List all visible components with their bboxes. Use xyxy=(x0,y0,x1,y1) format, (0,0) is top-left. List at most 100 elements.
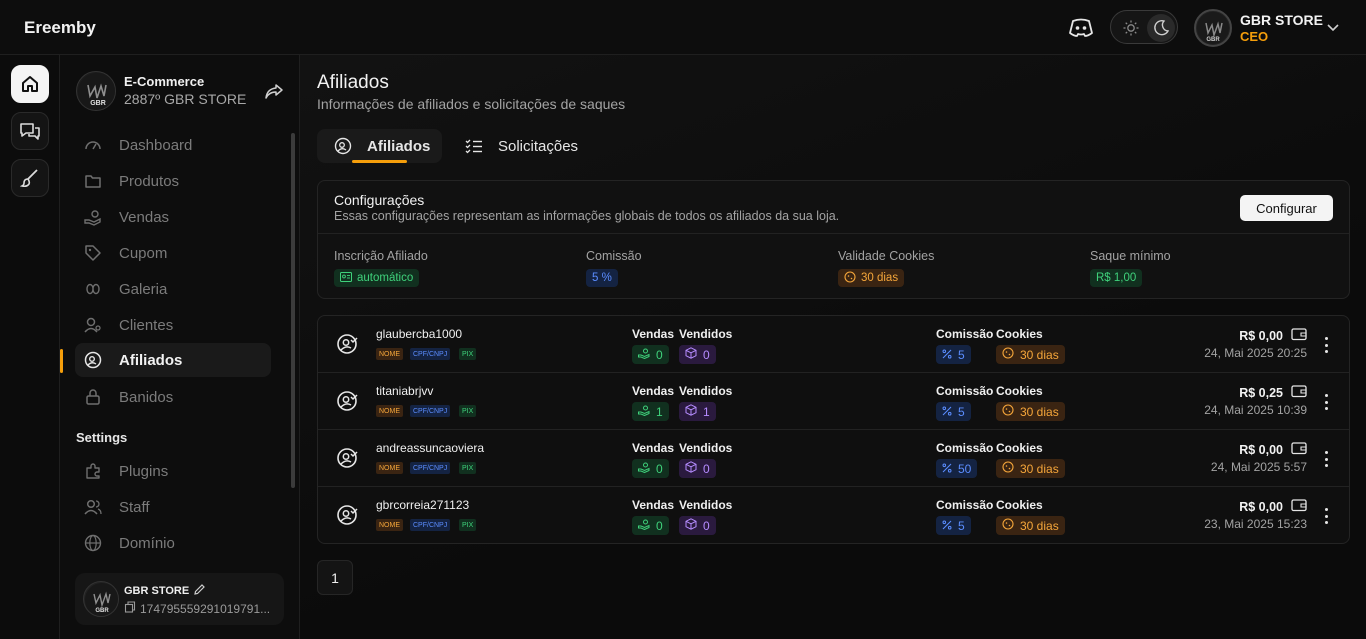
configure-button[interactable]: Configurar xyxy=(1240,195,1333,221)
sun-icon[interactable] xyxy=(1119,16,1143,40)
messages-button[interactable] xyxy=(11,112,49,150)
sidebar-item-dominio[interactable]: Domínio xyxy=(75,526,271,560)
sidebar-item-produtos[interactable]: Produtos xyxy=(75,164,271,198)
tab-solicitacoes[interactable]: Solicitações xyxy=(464,129,604,163)
tab-afiliados[interactable]: Afiliados xyxy=(317,129,442,163)
discord-icon[interactable] xyxy=(1067,14,1095,42)
sidebar-item-label: Afiliados xyxy=(119,351,183,369)
sidebar-item-vendas[interactable]: Vendas xyxy=(75,200,271,234)
theme-toggle[interactable] xyxy=(1110,10,1178,44)
sidebar-item-label: Banidos xyxy=(119,388,174,406)
sidebar-item-dashboard[interactable]: Dashboard xyxy=(75,128,271,162)
sidebar-user-name: GBR STORE xyxy=(124,585,190,597)
home-button[interactable] xyxy=(11,65,49,103)
cookies-badge: 30 dias xyxy=(996,516,1065,535)
customize-button[interactable] xyxy=(11,159,49,197)
cookies-badge: 30 dias xyxy=(996,345,1065,364)
config-subtitle: Essas configurações representam as infor… xyxy=(334,209,840,223)
vendidos-badge: 0 xyxy=(679,516,716,535)
chevron-down-icon[interactable] xyxy=(1326,20,1340,34)
sidebar-item-label: Domínio xyxy=(119,534,175,552)
table-row[interactable]: titaniabrjvv NOME CPF/CNPJ PIX Vendas 1 … xyxy=(318,373,1349,430)
tag-cpf: CPF/CNPJ xyxy=(410,462,451,474)
sidebar-item-banidos[interactable]: Banidos xyxy=(75,380,271,414)
balance-value: R$ 0,00 xyxy=(1239,499,1283,514)
moon-icon[interactable] xyxy=(1147,14,1175,42)
more-options-icon[interactable] xyxy=(1319,392,1333,412)
vendidos-badge: 0 xyxy=(679,459,716,478)
stat-value: 5 % xyxy=(592,272,612,284)
gauge-icon xyxy=(83,135,103,155)
affiliate-username: andreassuncaoviera xyxy=(376,441,485,455)
cookie-icon xyxy=(844,270,856,286)
brand-logo[interactable]: Ereemby xyxy=(24,18,96,38)
balance: R$ 0,25 xyxy=(1239,384,1307,401)
puzzle-icon xyxy=(83,461,103,481)
more-options-icon[interactable] xyxy=(1319,335,1333,355)
sidebar-user-card[interactable]: GBR GBR STORE 174795559291019791... xyxy=(75,573,284,625)
balance: R$ 0,00 xyxy=(1239,327,1307,344)
cookie-icon xyxy=(1002,461,1014,476)
sidebar-item-plugins[interactable]: Plugins xyxy=(75,454,271,488)
share-icon[interactable] xyxy=(264,81,284,101)
column-label-vendidos: Vendidos xyxy=(679,498,733,512)
tag-nome: NOME xyxy=(376,405,403,417)
copy-icon[interactable] xyxy=(124,601,136,616)
user-name[interactable]: GBR STORE xyxy=(1240,12,1323,28)
pagination-page-button[interactable]: 1 xyxy=(317,560,353,595)
stat-label: Comissão xyxy=(586,249,642,263)
table-row[interactable]: glaubercba1000 NOME CPF/CNPJ PIX Vendas … xyxy=(318,316,1349,373)
wallet-icon[interactable] xyxy=(1291,384,1307,401)
affiliates-list: glaubercba1000 NOME CPF/CNPJ PIX Vendas … xyxy=(317,315,1350,544)
column-label-vendidos: Vendidos xyxy=(679,384,733,398)
table-row[interactable]: gbrcorreia271123 NOME CPF/CNPJ PIX Venda… xyxy=(318,487,1349,543)
more-options-icon[interactable] xyxy=(1319,449,1333,469)
comissao-badge: 5 xyxy=(936,345,971,364)
sidebar-item-label: Dashboard xyxy=(119,136,193,154)
vendas-badge: 0 xyxy=(632,516,669,535)
affiliate-icon xyxy=(336,504,358,526)
chat-icon xyxy=(20,123,40,140)
tag-pix: PIX xyxy=(459,405,477,417)
staff-icon xyxy=(83,497,103,517)
more-options-icon[interactable] xyxy=(1319,506,1333,526)
page-title: Afiliados xyxy=(317,72,389,93)
cookies-value: 30 dias xyxy=(1020,404,1059,419)
table-row[interactable]: andreassuncaoviera NOME CPF/CNPJ PIX Ven… xyxy=(318,430,1349,487)
comissao-badge: 5 xyxy=(936,402,971,421)
sidebar-item-staff[interactable]: Staff xyxy=(75,490,271,524)
lock-icon xyxy=(83,387,103,407)
wallet-icon[interactable] xyxy=(1291,498,1307,515)
checklist-icon xyxy=(464,136,484,156)
sidebar-item-clientes[interactable]: Clientes xyxy=(75,308,271,342)
percent-icon xyxy=(942,405,952,419)
affiliate-date: 23, Mai 2025 15:23 xyxy=(1204,517,1307,531)
cookies-value: 30 dias xyxy=(1020,347,1059,362)
vendidos-value: 0 xyxy=(703,347,710,362)
affiliate-date: 24, Mai 2025 5:57 xyxy=(1210,460,1307,474)
pencil-icon[interactable] xyxy=(193,583,206,599)
sidebar-item-cupom[interactable]: Cupom xyxy=(75,236,271,270)
hand-coins-icon xyxy=(638,461,650,476)
sidebar-item-galeria[interactable]: Galeria xyxy=(75,272,271,306)
app-rail xyxy=(0,55,60,639)
comissao-value: 5 xyxy=(958,347,965,362)
cookies-badge: 30 dias xyxy=(996,459,1065,478)
sidebar: GBR E-Commerce 2887º GBR STORE Dashboard… xyxy=(60,55,300,639)
cookies-value: 30 dias xyxy=(1020,518,1059,533)
tab-label: Solicitações xyxy=(498,137,579,155)
sidebar-item-label: Plugins xyxy=(119,462,169,480)
vendidos-value: 0 xyxy=(703,518,710,533)
wallet-icon[interactable] xyxy=(1291,441,1307,458)
divider xyxy=(318,233,1349,234)
tag-cpf: CPF/CNPJ xyxy=(410,519,451,531)
wallet-icon[interactable] xyxy=(1291,327,1307,344)
config-card: Configurações Essas configurações repres… xyxy=(317,180,1350,299)
sidebar-item-afiliados[interactable]: Afiliados xyxy=(75,343,271,377)
cookies-badge: 30 dias xyxy=(996,402,1065,421)
avatar[interactable]: GBR xyxy=(1194,9,1232,47)
sidebar-item-label: Cupom xyxy=(119,244,168,262)
status-badge: R$ 1,00 xyxy=(1090,269,1143,287)
comissao-badge: 50 xyxy=(936,459,978,478)
sidebar-scrollbar[interactable] xyxy=(291,133,295,488)
